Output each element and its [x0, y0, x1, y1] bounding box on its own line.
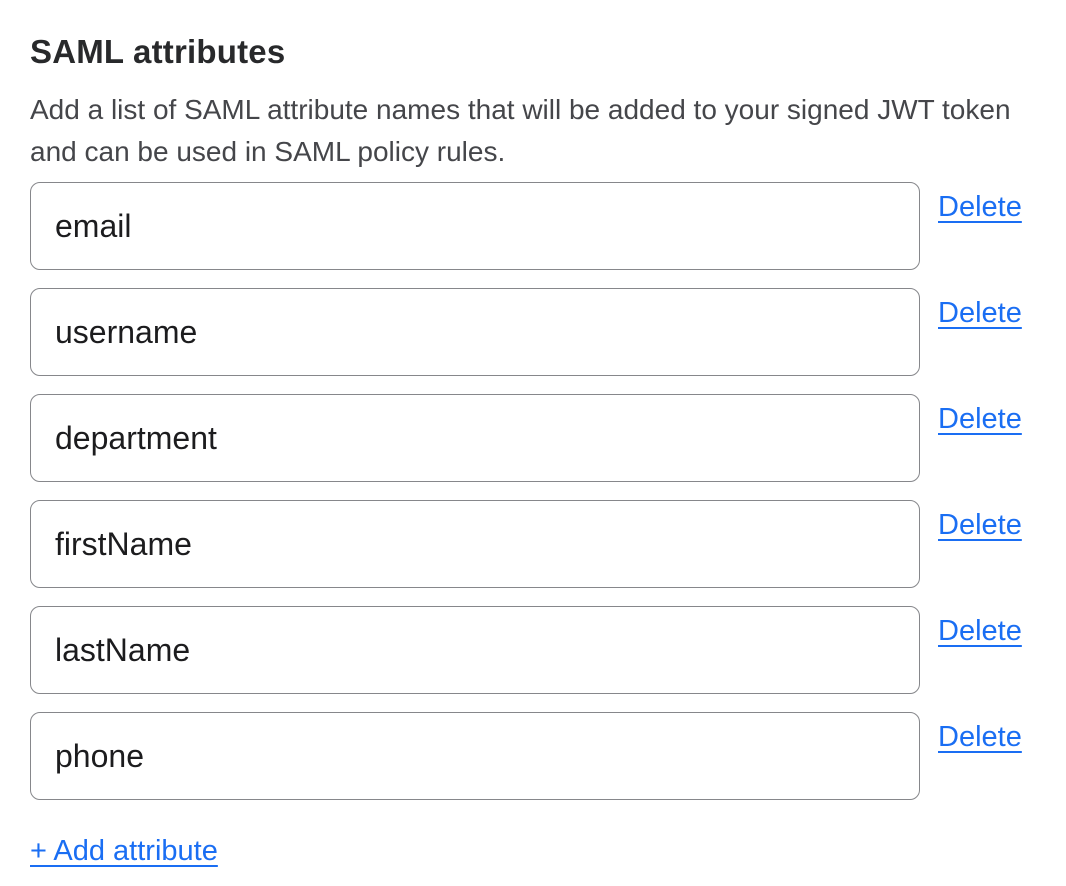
attribute-row: Delete: [30, 500, 1036, 588]
delete-attribute-link[interactable]: Delete: [938, 401, 1022, 437]
attribute-row: Delete: [30, 712, 1036, 800]
delete-attribute-link[interactable]: Delete: [938, 189, 1022, 225]
add-attribute-link[interactable]: + Add attribute: [30, 833, 218, 869]
attribute-list: Delete Delete Delete Delete Delete Delet…: [30, 182, 1036, 800]
attribute-name-input[interactable]: [30, 606, 920, 694]
delete-attribute-link[interactable]: Delete: [938, 295, 1022, 331]
saml-attributes-section: SAML attributes Add a list of SAML attri…: [0, 0, 1066, 869]
attribute-name-input[interactable]: [30, 394, 920, 482]
attribute-row: Delete: [30, 182, 1036, 270]
attribute-row: Delete: [30, 606, 1036, 694]
attribute-name-input[interactable]: [30, 182, 920, 270]
section-description-line-1: Add a list of SAML attribute names that …: [30, 89, 1036, 131]
section-description-line-2: and can be used in SAML policy rules.: [30, 131, 1036, 173]
attribute-row: Delete: [30, 394, 1036, 482]
attribute-name-input[interactable]: [30, 500, 920, 588]
delete-attribute-link[interactable]: Delete: [938, 719, 1022, 755]
attribute-name-input[interactable]: [30, 712, 920, 800]
delete-attribute-link[interactable]: Delete: [938, 613, 1022, 649]
section-title: SAML attributes: [30, 32, 1036, 72]
attribute-name-input[interactable]: [30, 288, 920, 376]
section-description: Add a list of SAML attribute names that …: [30, 89, 1036, 173]
attribute-row: Delete: [30, 288, 1036, 376]
delete-attribute-link[interactable]: Delete: [938, 507, 1022, 543]
